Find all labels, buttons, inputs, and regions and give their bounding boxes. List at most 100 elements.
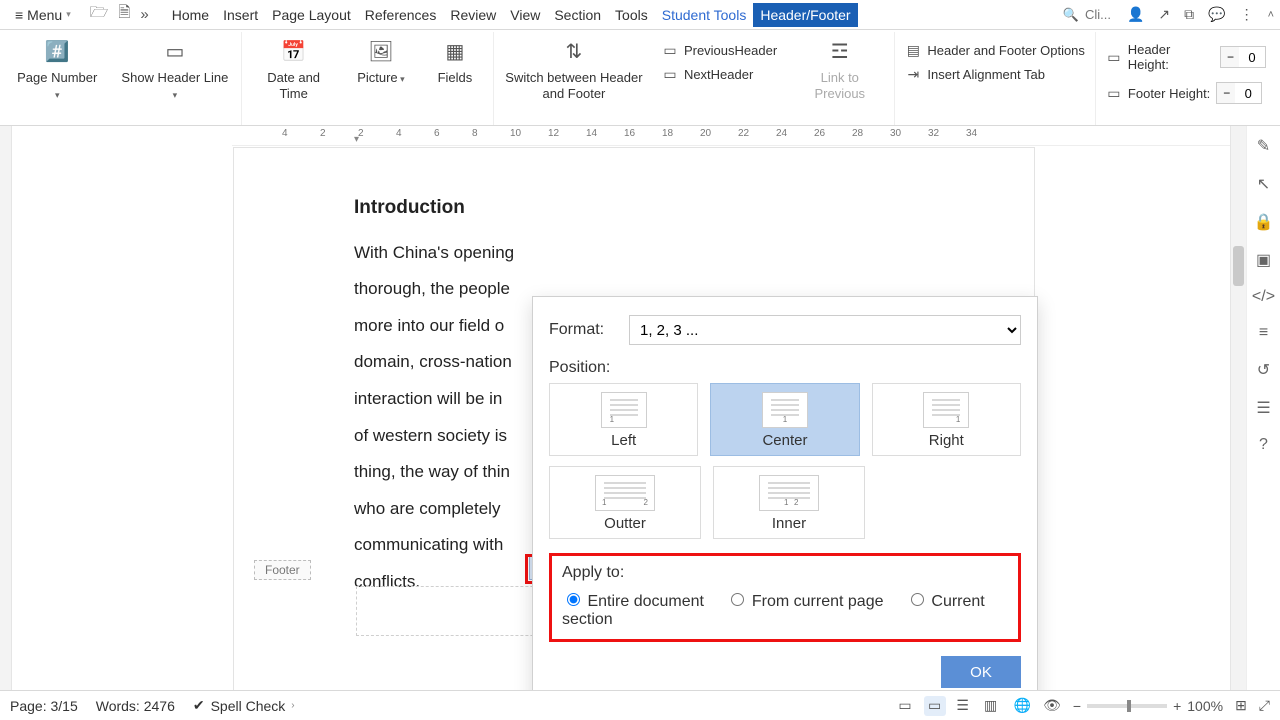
footer-height-minus[interactable]: − bbox=[1217, 83, 1235, 103]
footer-height-spinner[interactable]: − bbox=[1216, 82, 1262, 104]
horizontal-ruler[interactable]: ▾ 42246810121416182022242628303234 bbox=[232, 126, 1230, 146]
tab-page-layout[interactable]: Page Layout bbox=[265, 3, 358, 27]
ribbon-group-page: #️⃣ Page Number ▭ Show Header Line bbox=[4, 32, 242, 125]
collapse-ribbon-icon[interactable]: ˄ bbox=[1268, 9, 1274, 21]
header-height-spinner[interactable]: − bbox=[1220, 46, 1266, 68]
sliders-icon[interactable]: ≡ bbox=[1259, 324, 1268, 342]
fields-button[interactable]: ▦ Fields bbox=[427, 36, 483, 86]
save-icon[interactable]: 🗎 bbox=[118, 2, 130, 27]
format-select[interactable]: 1, 2, 3 ... bbox=[629, 315, 1021, 345]
print-icon[interactable]: ▭ bbox=[898, 697, 911, 714]
view-page-icon[interactable]: ▭ bbox=[924, 696, 946, 716]
tab-section[interactable]: Section bbox=[547, 3, 608, 27]
spell-check-button[interactable]: ✔ Spell Check › bbox=[193, 697, 295, 714]
layers-icon[interactable]: ▣ bbox=[1256, 250, 1271, 270]
status-words[interactable]: Words: 2476 bbox=[96, 698, 175, 714]
footer-region-tag: Footer bbox=[254, 560, 311, 580]
page-number-button[interactable]: #️⃣ Page Number bbox=[14, 36, 100, 103]
picture-button[interactable]: 🖼 Picture bbox=[353, 36, 409, 86]
zoom-in-icon[interactable]: + bbox=[1173, 698, 1181, 714]
globe-icon[interactable]: 🌐 bbox=[1014, 697, 1031, 714]
outline-icon[interactable]: ☰ bbox=[1256, 398, 1270, 418]
position-center[interactable]: 1 Center bbox=[710, 383, 859, 456]
code-icon[interactable]: </> bbox=[1252, 288, 1275, 306]
document-area: ▾ 42246810121416182022242628303234 Intro… bbox=[12, 126, 1230, 690]
hf-nav-list: ▭ PreviousHeader ▭ NextHeader bbox=[662, 36, 777, 82]
zoom-value[interactable]: 100% bbox=[1187, 698, 1223, 714]
date-time-button[interactable]: 📅 Date and Time bbox=[252, 36, 335, 103]
share-icon[interactable]: ↗ bbox=[1158, 6, 1170, 23]
hf-options-button[interactable]: ▤ Header and Footer Options bbox=[905, 42, 1085, 58]
apply-to-label: Apply to: bbox=[562, 564, 1008, 582]
position-outter[interactable]: 12 Outter bbox=[549, 466, 701, 539]
qat-more-icon[interactable]: » bbox=[140, 6, 148, 23]
view-outline-icon[interactable]: ☰ bbox=[952, 696, 974, 716]
apply-current-page-radio[interactable] bbox=[731, 593, 744, 606]
zoom-slider[interactable] bbox=[1087, 704, 1167, 708]
view-read-icon[interactable]: ▥ bbox=[980, 696, 1002, 716]
status-page[interactable]: Page: 3/15 bbox=[10, 698, 78, 714]
cursor-icon[interactable]: ↖ bbox=[1257, 174, 1270, 194]
apply-entire-radio[interactable] bbox=[567, 593, 580, 606]
next-header-button[interactable]: ▭ NextHeader bbox=[662, 66, 777, 82]
lock-icon[interactable]: 🔒 bbox=[1254, 212, 1274, 232]
switch-hf-button[interactable]: ⇅ Switch between Header and Footer bbox=[504, 36, 644, 103]
grid-icon[interactable]: ⊞ bbox=[1235, 697, 1247, 714]
zoom-knob[interactable] bbox=[1127, 700, 1131, 712]
tab-view[interactable]: View bbox=[503, 3, 547, 27]
window-icon[interactable]: ⧉ bbox=[1184, 6, 1194, 23]
search-input[interactable] bbox=[1083, 6, 1113, 23]
user-icon[interactable]: 👤 bbox=[1127, 6, 1144, 23]
ruler-tick: 26 bbox=[814, 128, 825, 139]
previous-header-button[interactable]: ▭ PreviousHeader bbox=[662, 42, 777, 58]
search-box[interactable]: 🔍 bbox=[1063, 6, 1113, 23]
open-icon[interactable]: 🗁 bbox=[90, 2, 109, 27]
tab-references[interactable]: References bbox=[358, 3, 444, 27]
history-icon[interactable]: ↺ bbox=[1257, 360, 1270, 380]
align-tab-label: Insert Alignment Tab bbox=[927, 67, 1045, 82]
header-line-icon: ▭ bbox=[161, 38, 189, 66]
apply-current-section-radio[interactable] bbox=[911, 593, 924, 606]
footer-height-input[interactable] bbox=[1235, 85, 1261, 102]
position-preview-icon: 12 bbox=[759, 475, 819, 511]
more-icon[interactable]: ⋮ bbox=[1240, 6, 1254, 23]
eye-icon[interactable]: 👁 bbox=[1043, 697, 1061, 714]
tab-review[interactable]: Review bbox=[443, 3, 503, 27]
tab-insert[interactable]: Insert bbox=[216, 3, 265, 27]
position-left[interactable]: 1 Left bbox=[549, 383, 698, 456]
zoom-control[interactable]: − + 100% bbox=[1073, 698, 1223, 714]
apply-from-current-page[interactable]: From current page bbox=[726, 593, 888, 610]
position-right[interactable]: 1 Right bbox=[872, 383, 1021, 456]
pencil-icon[interactable]: ✎ bbox=[1257, 136, 1270, 156]
fullscreen-icon[interactable]: ⤢ bbox=[1259, 697, 1270, 714]
insert-alignment-tab-button[interactable]: ⇥ Insert Alignment Tab bbox=[905, 66, 1085, 82]
position-grid-row1: 1 Left 1 Center 1 Right bbox=[549, 383, 1021, 456]
tab-header-footer[interactable]: Header/Footer bbox=[753, 3, 857, 27]
app-menu-button[interactable]: ≡ Menu ▾ bbox=[6, 3, 80, 27]
tab-home[interactable]: Home bbox=[165, 3, 216, 27]
tab-student-tools[interactable]: Student Tools bbox=[655, 3, 754, 27]
prev-header-icon: ▭ bbox=[662, 42, 678, 58]
show-header-line-label: Show Header Line bbox=[118, 70, 231, 103]
ruler-tick: 34 bbox=[966, 128, 977, 139]
ok-button[interactable]: OK bbox=[941, 656, 1021, 688]
comment-icon[interactable]: 💬 bbox=[1208, 6, 1225, 23]
position-inner[interactable]: 12 Inner bbox=[713, 466, 865, 539]
ruler-tick: 8 bbox=[472, 128, 478, 139]
hf-dimensions: ▭ Header Height: − ▭ Footer Height: − bbox=[1106, 36, 1266, 104]
ribbon-group-dims: ▭ Header Height: − ▭ Footer Height: − bbox=[1096, 32, 1276, 125]
header-height-minus[interactable]: − bbox=[1221, 47, 1239, 67]
zoom-out-icon[interactable]: − bbox=[1073, 698, 1081, 714]
apply-entire-document[interactable]: Entire document bbox=[562, 593, 708, 610]
picture-label: Picture bbox=[357, 70, 405, 86]
scrollbar-thumb[interactable] bbox=[1233, 246, 1244, 286]
vertical-scrollbar[interactable] bbox=[1230, 126, 1246, 690]
show-header-line-button[interactable]: ▭ Show Header Line bbox=[118, 36, 231, 103]
next-header-label: NextHeader bbox=[684, 67, 753, 82]
tab-tools[interactable]: Tools bbox=[608, 3, 655, 27]
link-icon: ☲ bbox=[826, 38, 854, 66]
position-preview-icon: 1 bbox=[923, 392, 969, 428]
help-icon[interactable]: ? bbox=[1259, 436, 1268, 454]
header-height-input[interactable] bbox=[1239, 49, 1265, 66]
ruler-tick: 14 bbox=[586, 128, 597, 139]
